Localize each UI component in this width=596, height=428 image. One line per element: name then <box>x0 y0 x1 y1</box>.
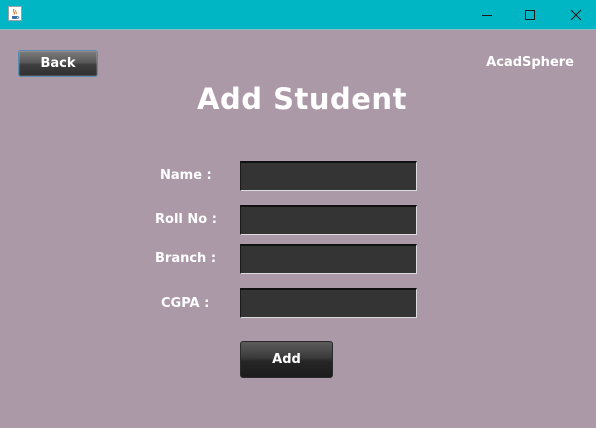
minimize-icon <box>482 14 492 16</box>
add-button[interactable]: Add <box>240 341 333 378</box>
branch-label: Branch : <box>155 251 217 266</box>
page-title: Add Student <box>197 82 407 116</box>
minimize-button[interactable] <box>464 0 510 29</box>
back-button[interactable]: Back <box>18 50 98 77</box>
roll-no-label: Roll No : <box>155 212 217 227</box>
maximize-icon <box>525 9 535 20</box>
name-label: Name : <box>160 168 212 183</box>
close-button[interactable] <box>553 0 596 29</box>
title-bar <box>0 0 596 30</box>
roll-no-input[interactable] <box>240 205 417 235</box>
name-input[interactable] <box>240 161 417 191</box>
branch-input[interactable] <box>240 244 417 274</box>
close-icon <box>570 9 582 20</box>
brand-label: AcadSphere <box>486 55 574 70</box>
maximize-button[interactable] <box>507 0 553 29</box>
app-window: Back AcadSphere Add Student Name : Roll … <box>0 0 596 428</box>
cgpa-input[interactable] <box>240 288 417 318</box>
java-cup-icon <box>8 6 22 21</box>
cgpa-label: CGPA : <box>161 296 210 311</box>
